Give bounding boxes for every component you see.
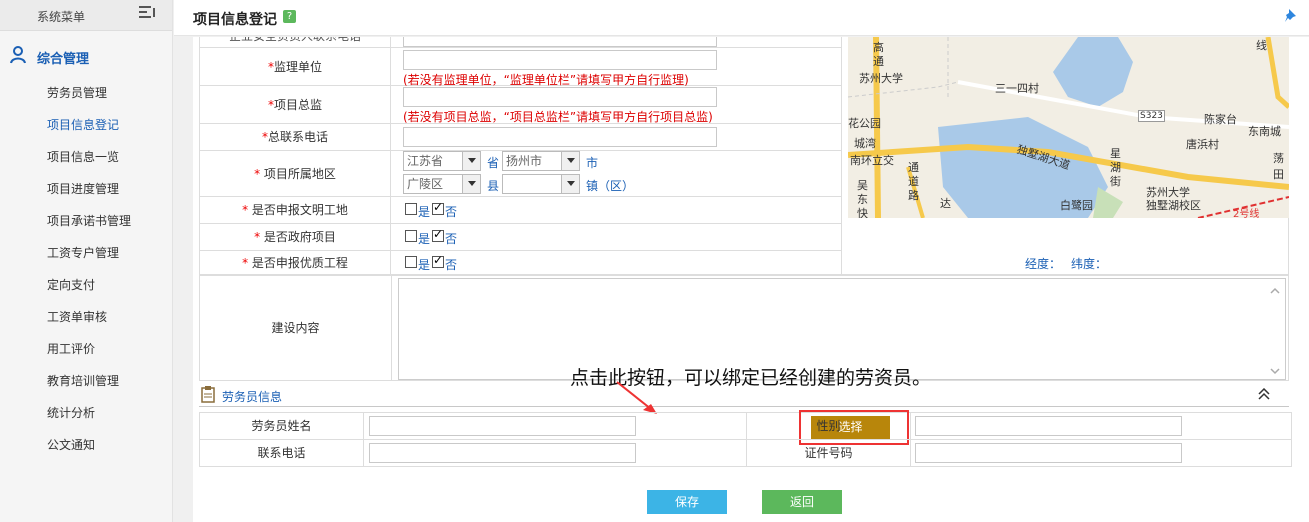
sidebar-item-payroll-review[interactable]: 工资单审核 — [47, 308, 107, 325]
government-no-label: 否 — [445, 232, 458, 246]
form-row-civilized: * 是否申报文明工地 是 否 — [199, 197, 841, 224]
id-number-input[interactable] — [915, 443, 1182, 463]
laborer-name-label: 劳务员姓名 — [200, 413, 364, 440]
civilized-no-checkbox[interactable] — [432, 200, 444, 215]
civilized-label: 是否申报文明工地 — [248, 203, 348, 217]
phone-label: 联系电话 — [200, 440, 364, 467]
government-label: 是否政府项目 — [260, 230, 336, 244]
sidebar-item-project-progress[interactable]: 项目进度管理 — [47, 180, 119, 197]
id-number-label: 证件号码 — [747, 440, 911, 467]
chief-hint: (若没有项目总监，“项目总监栏”请填写甲方自行项目总监) — [403, 110, 713, 124]
city-unit: 市 — [586, 156, 599, 170]
safety-phone-input[interactable] — [403, 37, 717, 47]
quality-no-checkbox[interactable] — [432, 253, 444, 268]
civilized-yes-checkbox[interactable] — [405, 203, 417, 215]
page-header: 项目信息登记 ? — [174, 0, 1309, 36]
save-button[interactable]: 保存 — [647, 490, 727, 514]
county-unit: 县 — [487, 179, 500, 193]
sidebar-item-employment-evaluation[interactable]: 用工评价 — [47, 340, 95, 357]
sidebar-item-project-register[interactable]: 项目信息登记 — [47, 116, 119, 133]
city-select[interactable]: 扬州市 — [502, 151, 580, 171]
sidebar-item-statistics[interactable]: 统计分析 — [47, 404, 95, 421]
sidebar: 系统菜单 综合管理 劳务员管理 项目信息登记 项目信息一览 项目进度管理 项目承… — [0, 0, 173, 522]
region-label: 项目所属地区 — [260, 167, 336, 181]
gender-label: 性别 — [747, 413, 911, 440]
sidebar-group-integrated[interactable]: 综合管理 — [0, 40, 172, 70]
town-select[interactable] — [502, 174, 580, 194]
chief-input[interactable] — [403, 87, 717, 107]
pin-icon[interactable] — [1284, 8, 1298, 24]
quality-label: 是否申报优质工程 — [248, 256, 348, 270]
form-row-contact: *总联系电话 — [199, 124, 841, 151]
form-row-safety-phone: 企业安全负责人联系电话 — [199, 37, 841, 48]
sidebar-group-label: 综合管理 — [37, 52, 90, 67]
menu-collapse-icon[interactable] — [139, 5, 159, 21]
laborer-table: 劳务员姓名 选择 性别 联系电话 证件号码 — [199, 410, 1292, 467]
sidebar-item-documents[interactable]: 公文通知 — [47, 436, 95, 453]
province-select[interactable]: 江苏省 — [403, 151, 481, 171]
gender-input[interactable] — [915, 416, 1182, 436]
help-icon[interactable]: ? — [283, 10, 296, 23]
chevron-down-icon — [561, 175, 579, 193]
location-map[interactable]: 高 通 苏州大学 三一四村 S323 陈家台 东南城 花公园 唐浜村 城湾 南环… — [848, 37, 1289, 218]
district-select[interactable]: 广陵区 — [403, 174, 481, 194]
sidebar-item-wage-account[interactable]: 工资专户管理 — [47, 244, 119, 261]
phone-cell — [364, 440, 747, 467]
clipboard-icon — [201, 386, 215, 403]
sidebar-item-labor-manager[interactable]: 劳务员管理 — [47, 84, 107, 101]
quality-no-label: 否 — [445, 258, 458, 272]
quality-yes-checkbox[interactable] — [405, 256, 417, 268]
sidebar-item-training[interactable]: 教育培训管理 — [47, 372, 119, 389]
laborer-section-header: 劳务员信息 — [199, 383, 1289, 407]
textarea-scrollbar[interactable] — [1269, 285, 1281, 377]
page-title: 项目信息登记 — [193, 12, 277, 28]
form-row-supervision: *监理单位 (若没有监理单位，“监理单位栏”请填写甲方自行监理) — [199, 48, 841, 87]
longitude-label: 经度： — [1025, 257, 1062, 271]
id-number-cell — [911, 440, 1291, 467]
chevron-down-icon — [462, 152, 480, 170]
map-panel: 高 通 苏州大学 三一四村 S323 陈家台 东南城 花公园 唐浜村 城湾 南环… — [841, 37, 1289, 275]
civilized-no-label: 否 — [445, 205, 458, 219]
back-button[interactable]: 返回 — [762, 490, 842, 514]
contact-label: 总联系电话 — [267, 130, 328, 144]
contact-input[interactable] — [403, 127, 717, 147]
form-row-chief: *项目总监 (若没有项目总监，“项目总监栏”请填写甲方自行项目总监) — [199, 86, 841, 124]
sidebar-item-commitment[interactable]: 项目承诺书管理 — [47, 212, 131, 229]
government-yes-label: 是 — [418, 232, 431, 246]
form-row-region: * 项目所属地区 江苏省 省 扬州市 市 广陵区 县 镇（区） — [199, 151, 841, 197]
laborer-name-cell: 选择 — [364, 410, 909, 445]
form-row-quality: * 是否申报优质工程 是 否 — [199, 251, 841, 275]
province-unit: 省 — [487, 156, 500, 170]
phone-input[interactable] — [369, 443, 636, 463]
chevron-down-icon — [462, 175, 480, 193]
supervision-input[interactable] — [403, 50, 717, 70]
town-unit: 镇（区） — [586, 179, 635, 193]
user-icon — [10, 46, 26, 64]
quality-yes-label: 是 — [418, 258, 431, 272]
form-panel: 企业安全负责人联系电话 *监理单位 (若没有监理单位，“监理单位栏”请填写甲方自… — [193, 37, 1309, 522]
sidebar-header: 系统菜单 — [0, 0, 172, 31]
government-yes-checkbox[interactable] — [405, 230, 417, 242]
collapse-up-icon[interactable] — [1257, 388, 1271, 400]
latitude-label: 纬度： — [1071, 257, 1108, 271]
build-content-label: 建设内容 — [200, 276, 392, 380]
sidebar-item-directed-payment[interactable]: 定向支付 — [47, 276, 95, 293]
safety-phone-label: 企业安全负责人联系电话 — [199, 37, 391, 47]
sidebar-item-project-list[interactable]: 项目信息一览 — [47, 148, 119, 165]
chief-label: 项目总监 — [273, 98, 322, 112]
laborer-name-input[interactable] — [369, 416, 636, 436]
government-no-checkbox[interactable] — [432, 227, 444, 242]
laborer-section-title: 劳务员信息 — [222, 390, 283, 404]
supervision-label: 监理单位 — [273, 60, 322, 74]
sidebar-title: 系统菜单 — [37, 10, 86, 24]
gender-cell — [911, 413, 1291, 440]
chevron-down-icon — [561, 152, 579, 170]
form-row-government: * 是否政府项目 是 否 — [199, 224, 841, 251]
civilized-yes-label: 是 — [418, 205, 431, 219]
